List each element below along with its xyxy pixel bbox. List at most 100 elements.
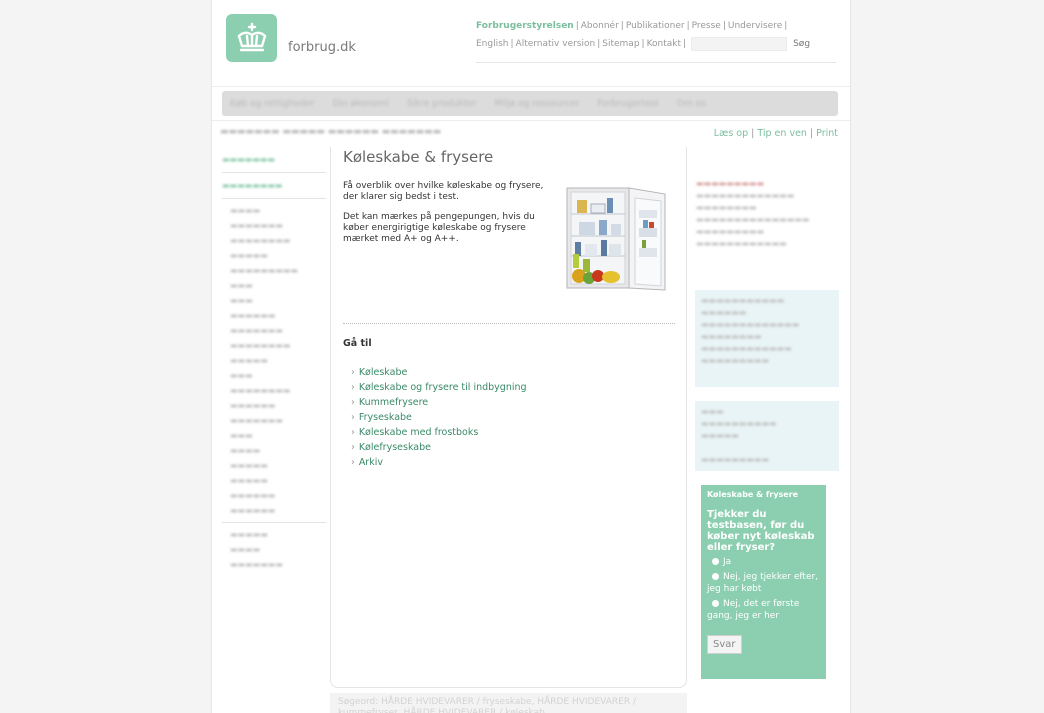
left-nav-item[interactable]: ▬▬▬ bbox=[222, 428, 326, 443]
left-nav-item[interactable]: ▬▬▬▬▬ bbox=[222, 527, 326, 542]
left-nav-item[interactable]: ▬▬▬▬▬▬▬▬▬ bbox=[222, 263, 326, 278]
main-nav-item[interactable]: Forbrugertest bbox=[597, 99, 658, 109]
main-nav-item[interactable]: Køb og rettigheder bbox=[230, 99, 315, 109]
link-alternativ-version[interactable]: Alternativ version bbox=[516, 39, 596, 49]
chevron-right-icon: › bbox=[351, 442, 355, 453]
site-brand[interactable]: forbrug.dk bbox=[288, 40, 356, 55]
poll-option[interactable]: Nej, det er første gang, jeg er her bbox=[707, 598, 820, 622]
left-nav-item[interactable]: ▬▬▬▬▬▬▬▬ bbox=[222, 338, 326, 353]
poll-option[interactable]: Ja bbox=[707, 556, 820, 568]
left-nav-item[interactable]: ▬▬▬▬▬ bbox=[222, 458, 326, 473]
link-english[interactable]: English bbox=[476, 39, 509, 49]
poll-box: Køleskabe & frysere Tjekker du testbasen… bbox=[701, 485, 826, 679]
intro-paragraph-1: Få overblik over hvilke køleskabe og fry… bbox=[343, 181, 544, 202]
link-abonner[interactable]: Abonnér bbox=[581, 21, 619, 31]
content-divider bbox=[343, 323, 675, 324]
goto-item: › Fryseskabe bbox=[351, 410, 527, 425]
left-nav-item[interactable]: ▬▬▬▬▬▬ bbox=[222, 488, 326, 503]
left-nav-item[interactable]: ▬▬▬▬▬▬▬ bbox=[222, 557, 326, 572]
left-nav-item[interactable]: ▬▬▬▬▬ bbox=[222, 248, 326, 263]
left-nav-divider bbox=[222, 522, 326, 523]
chevron-right-icon: › bbox=[351, 457, 355, 468]
left-nav-item[interactable]: ▬▬▬▬ bbox=[222, 443, 326, 458]
breadcrumb-divider bbox=[212, 120, 850, 121]
left-nav-item[interactable]: ▬▬▬ bbox=[222, 278, 326, 293]
goto-link-frostboks[interactable]: Køleskabe med frostboks bbox=[359, 427, 479, 438]
related-link[interactable]: ▬▬▬▬▬▬▬▬▬▬▬▬▬ bbox=[696, 190, 836, 202]
left-nav-item[interactable]: ▬▬▬ bbox=[222, 293, 326, 308]
left-nav-item[interactable]: ▬▬▬▬▬ bbox=[222, 473, 326, 488]
left-nav-item[interactable]: ▬▬▬▬▬ bbox=[222, 353, 326, 368]
fridge-image bbox=[566, 187, 666, 291]
related-link[interactable]: ▬▬▬▬▬▬▬▬▬▬▬▬▬▬▬ bbox=[696, 214, 836, 226]
info-box-line: ▬▬▬▬▬▬▬▬▬▬▬ bbox=[701, 296, 785, 305]
left-nav-item[interactable]: ▬▬▬▬▬▬ bbox=[222, 503, 326, 518]
chevron-right-icon: › bbox=[351, 427, 355, 438]
main-nav-item[interactable]: Om os bbox=[677, 99, 706, 109]
left-nav-item[interactable]: ▬▬▬▬ bbox=[222, 203, 326, 218]
goto-link-indbygning[interactable]: Køleskabe og frysere til indbygning bbox=[359, 382, 527, 393]
poll-option-label: Nej, jeg tjekker efter, jeg har købt bbox=[707, 572, 819, 594]
info-box-line: ▬▬▬ bbox=[701, 407, 724, 416]
radio-button[interactable] bbox=[712, 600, 719, 607]
poll-option-label: Ja bbox=[723, 557, 732, 567]
left-nav-item[interactable]: ▬▬▬▬▬▬▬▬ bbox=[222, 233, 326, 248]
link-kontakt[interactable]: Kontakt bbox=[647, 39, 681, 49]
main-nav-item[interactable]: Miljø og ressourcer bbox=[494, 99, 579, 109]
chevron-right-icon: › bbox=[351, 367, 355, 378]
left-nav: ▬▬▬▬▬▬▬ ▬▬▬▬▬▬▬▬ ▬▬▬▬ ▬▬▬▬▬▬▬ ▬▬▬▬▬▬▬▬ ▬… bbox=[222, 151, 326, 572]
link-undervisere[interactable]: Undervisere bbox=[728, 21, 782, 31]
left-nav-item[interactable]: ▬▬▬▬▬▬▬ bbox=[222, 413, 326, 428]
main-nav-item[interactable]: Din økonomi bbox=[333, 99, 389, 109]
poll-submit-button[interactable]: Svar bbox=[707, 635, 742, 654]
left-nav-item[interactable]: ▬▬▬ bbox=[222, 368, 326, 383]
goto-link-koleskabe[interactable]: Køleskabe bbox=[359, 367, 408, 378]
link-sitemap[interactable]: Sitemap bbox=[602, 39, 639, 49]
radio-button[interactable] bbox=[712, 558, 719, 565]
info-box-line: ▬▬▬▬▬ bbox=[701, 431, 739, 440]
link-presse[interactable]: Presse bbox=[692, 21, 721, 31]
related-links: ▬▬▬▬▬▬▬▬▬ ▬▬▬▬▬▬▬▬▬▬▬▬▬ ▬▬▬▬▬▬▬▬ ▬▬▬▬▬▬▬… bbox=[696, 178, 836, 250]
main-nav-item[interactable]: Sikre produkter bbox=[407, 99, 476, 109]
top-links: Forbrugerstyrelsen | Abonnér | Publikationer… bbox=[476, 21, 811, 51]
info-box-line: ▬▬▬▬▬▬▬▬▬▬ bbox=[701, 419, 777, 428]
left-nav-item[interactable]: ▬▬▬▬▬▬ bbox=[222, 308, 326, 323]
info-box-line: ▬▬▬▬▬▬▬▬ bbox=[701, 332, 762, 341]
related-link[interactable]: ▬▬▬▬▬▬▬▬▬▬▬▬ bbox=[696, 238, 836, 250]
page-title: Køleskabe & frysere bbox=[343, 148, 494, 166]
goto-link-kolefryseskabe[interactable]: Kølefryseskabe bbox=[359, 442, 431, 453]
left-nav-divider bbox=[222, 172, 326, 173]
left-nav-item[interactable]: ▬▬▬▬▬▬ bbox=[222, 398, 326, 413]
left-nav-item[interactable]: ▬▬▬▬▬▬▬▬ bbox=[222, 383, 326, 398]
left-nav-section[interactable]: ▬▬▬▬▬▬▬▬ bbox=[222, 177, 326, 194]
radio-button[interactable] bbox=[712, 573, 719, 580]
search-input[interactable] bbox=[691, 36, 788, 51]
related-link[interactable]: ▬▬▬▬▬▬▬▬▬ bbox=[696, 226, 836, 238]
poll-option[interactable]: Nej, jeg tjekker efter, jeg har købt bbox=[707, 571, 820, 595]
left-nav-section[interactable]: ▬▬▬▬▬▬▬ bbox=[222, 151, 326, 168]
left-nav-item[interactable]: ▬▬▬▬▬▬▬ bbox=[222, 218, 326, 233]
info-box-line: ▬▬▬▬▬▬▬▬▬ bbox=[701, 455, 770, 464]
chevron-right-icon: › bbox=[351, 382, 355, 393]
left-nav-item[interactable]: ▬▬▬▬ bbox=[222, 542, 326, 557]
goto-link-fryseskabe[interactable]: Fryseskabe bbox=[359, 412, 412, 423]
goto-link-kummefrysere[interactable]: Kummefrysere bbox=[359, 397, 428, 408]
link-publikationer[interactable]: Publikationer bbox=[626, 21, 685, 31]
goto-item: › Arkiv bbox=[351, 455, 527, 470]
poll-option-label: Nej, det er første gang, jeg er her bbox=[707, 599, 800, 621]
goto-item: › Køleskabe bbox=[351, 365, 527, 380]
print-link[interactable]: Print bbox=[816, 128, 838, 139]
link-forbrugerstyrelsen[interactable]: Forbrugerstyrelsen bbox=[476, 21, 574, 31]
goto-link-arkiv[interactable]: Arkiv bbox=[359, 457, 383, 468]
search-button[interactable]: Søg bbox=[793, 39, 810, 49]
crown-logo[interactable] bbox=[226, 14, 277, 62]
info-box-line bbox=[701, 442, 833, 454]
info-box: ▬▬▬ ▬▬▬▬▬▬▬▬▬▬ ▬▬▬▬▬ ▬▬▬▬▬▬▬▬▬ bbox=[695, 401, 839, 471]
related-link[interactable]: ▬▬▬▬▬▬▬▬ bbox=[696, 202, 836, 214]
left-nav-item[interactable]: ▬▬▬▬▬▬▬ bbox=[222, 323, 326, 338]
poll-question: Tjekker du testbasen, før du køber nyt k… bbox=[707, 509, 815, 553]
chevron-right-icon: › bbox=[351, 397, 355, 408]
keyword-bar: Søgeord: HÅRDE HVIDEVARER / fryseskabe, … bbox=[330, 693, 687, 713]
read-aloud-link[interactable]: Læs op bbox=[714, 128, 748, 139]
tip-friend-link[interactable]: Tip en ven bbox=[757, 128, 807, 139]
